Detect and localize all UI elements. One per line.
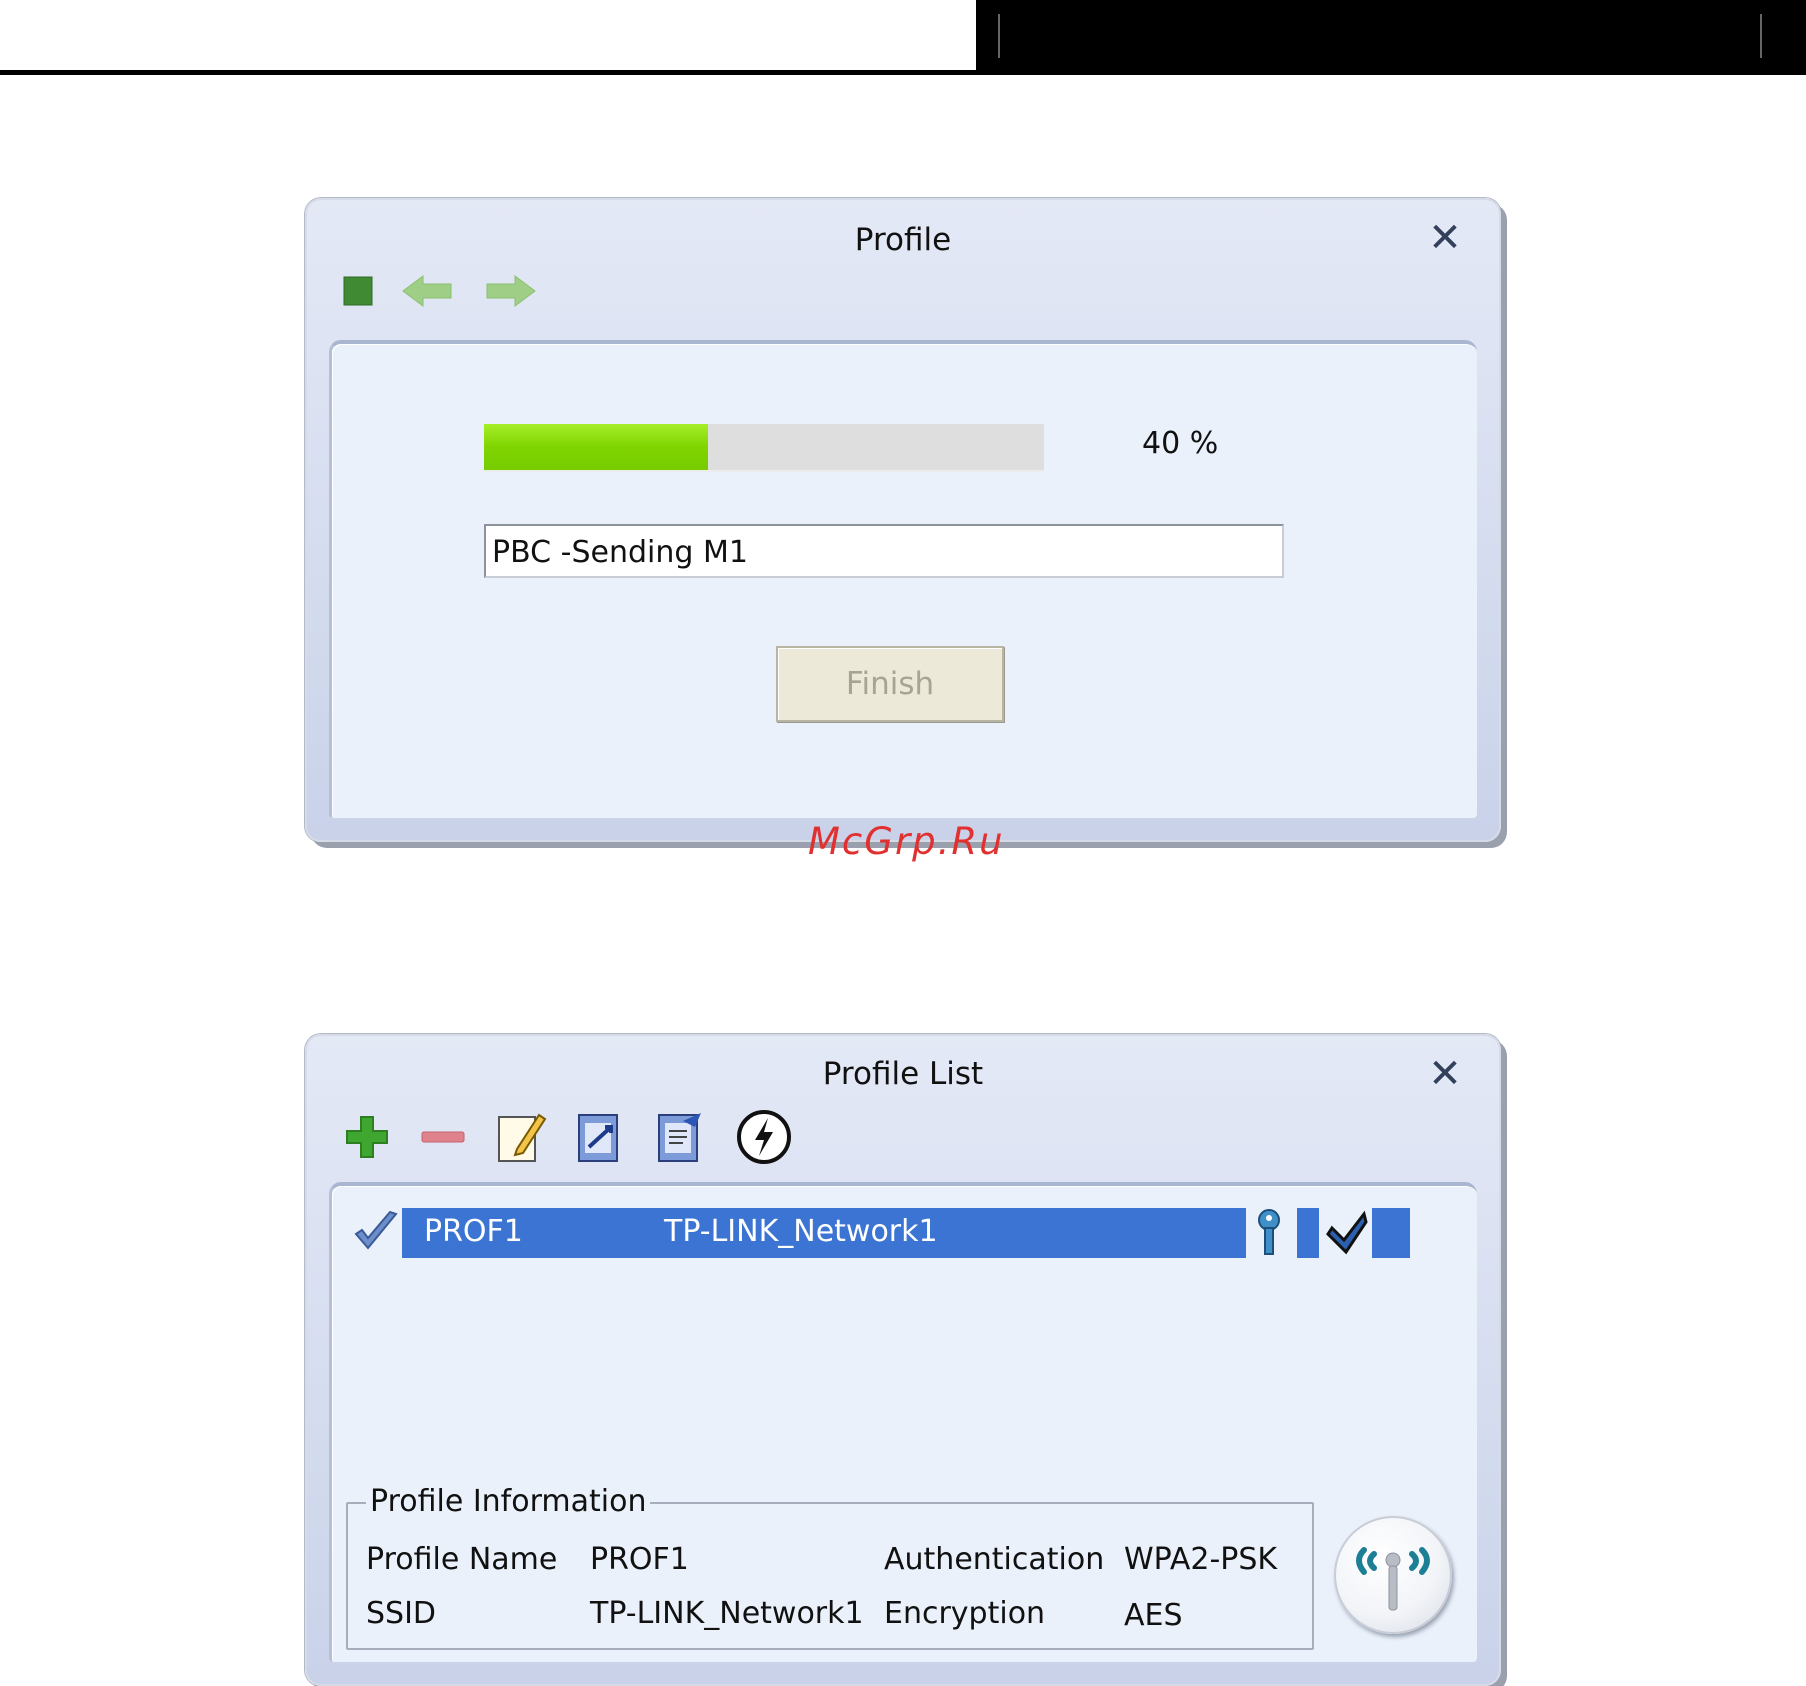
wireless-connect-button[interactable] xyxy=(1334,1516,1452,1634)
profile-list-toolbar xyxy=(343,1108,821,1166)
profile-name-value: PROF1 xyxy=(590,1542,689,1577)
progress-percent: 40 % xyxy=(1142,426,1219,461)
row-selection-segment xyxy=(1297,1208,1319,1258)
encryption-label: Encryption xyxy=(884,1596,1046,1631)
wps-hand-icon xyxy=(1324,1208,1370,1262)
stop-icon[interactable] xyxy=(343,276,373,306)
wps-icon[interactable] xyxy=(735,1108,793,1166)
import-icon[interactable] xyxy=(575,1109,627,1165)
row-selection-segment xyxy=(1372,1208,1410,1258)
header-black-bar xyxy=(976,0,1806,72)
ssid-value: TP-LINK_Network1 xyxy=(590,1596,864,1631)
dialog-title: Profile xyxy=(854,222,952,258)
remove-icon[interactable] xyxy=(419,1113,467,1161)
dialog-title: Profile List xyxy=(822,1056,984,1092)
back-arrow-icon[interactable] xyxy=(401,274,455,308)
close-icon[interactable]: ✕ xyxy=(1425,1054,1465,1094)
forward-arrow-icon[interactable] xyxy=(483,274,537,308)
progress-fill xyxy=(484,424,708,470)
export-icon[interactable] xyxy=(655,1109,707,1165)
watermark: McGrp.Ru xyxy=(808,820,1005,863)
profile-dialog: Profile ✕ 40 % PBC -Sending M1 Finish xyxy=(305,198,1501,842)
progress-bar xyxy=(484,424,1044,472)
row-profile-name: PROF1 xyxy=(424,1214,523,1249)
authentication-value: WPA2-PSK xyxy=(1124,1542,1278,1577)
profile-list-pane: PROF1 TP-LINK_Network1 Profile Informati… xyxy=(329,1182,1477,1662)
key-icon xyxy=(1252,1208,1286,1262)
close-icon[interactable]: ✕ xyxy=(1425,218,1465,258)
ssid-label: SSID xyxy=(366,1596,437,1631)
profile-name-label: Profile Name xyxy=(366,1542,558,1577)
profile-toolbar xyxy=(343,274,565,308)
connected-check-icon xyxy=(352,1210,400,1260)
encryption-value: AES xyxy=(1124,1598,1183,1633)
edit-icon[interactable] xyxy=(495,1109,547,1165)
row-ssid: TP-LINK_Network1 xyxy=(664,1214,938,1249)
status-field: PBC -Sending M1 xyxy=(484,524,1284,578)
wireless-signal-icon xyxy=(1356,1547,1430,1611)
profile-content-pane: 40 % PBC -Sending M1 Finish xyxy=(329,340,1477,818)
profile-information-label: Profile Information xyxy=(366,1484,651,1519)
profile-information-group: Profile Information Profile Name PROF1 A… xyxy=(346,1484,1314,1650)
finish-button[interactable]: Finish xyxy=(776,646,1004,722)
profile-list-dialog: Profile List ✕ PROF1 TP-LINK_Network1 Pr… xyxy=(305,1034,1501,1686)
profile-list-row[interactable]: PROF1 TP-LINK_Network1 xyxy=(352,1208,1452,1258)
authentication-label: Authentication xyxy=(884,1542,1105,1577)
add-icon[interactable] xyxy=(343,1113,391,1161)
